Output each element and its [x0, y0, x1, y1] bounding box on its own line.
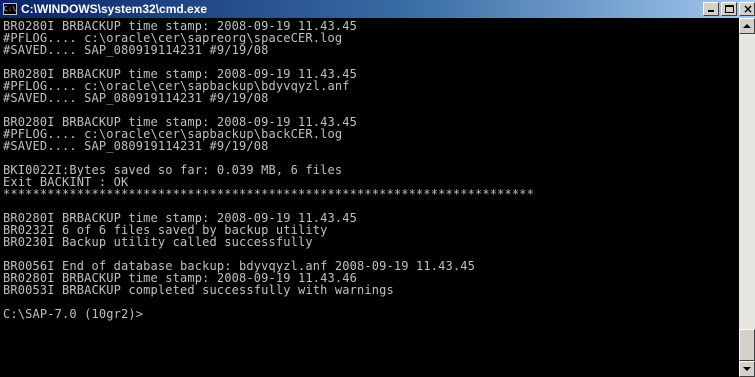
- scroll-up-button[interactable]: [739, 18, 755, 34]
- window-title: C:\WINDOWS\system32\cmd.exe: [21, 2, 208, 16]
- console-line: #SAVED.... SAP_080919114231 #9/19/08: [3, 91, 269, 105]
- close-icon: ×: [743, 2, 754, 16]
- console-line: BR0053I BRBACKUP completed successfully …: [3, 283, 394, 297]
- scroll-thumb[interactable]: [739, 329, 755, 361]
- console-output[interactable]: BR0280I BRBACKUP time stamp: 2008-09-19 …: [0, 18, 739, 377]
- vertical-scrollbar[interactable]: [739, 18, 755, 377]
- maximize-icon: [725, 5, 734, 13]
- maximize-button[interactable]: [721, 2, 737, 16]
- console-line: C:\SAP-7.0 (10gr2)>: [3, 307, 144, 321]
- console-line: BR0230I Backup utility called successful…: [3, 235, 313, 249]
- cmd-window: C:\ C:\WINDOWS\system32\cmd.exe × BR0280…: [0, 0, 755, 377]
- scroll-up-arrow-icon: [743, 24, 751, 28]
- console-lines: BR0280I BRBACKUP time stamp: 2008-09-19 …: [0, 18, 739, 320]
- console-line: ****************************************…: [3, 187, 534, 201]
- close-button[interactable]: ×: [739, 2, 755, 16]
- scroll-down-arrow-icon: [743, 367, 751, 371]
- scroll-down-button[interactable]: [739, 361, 755, 377]
- title-bar[interactable]: C:\ C:\WINDOWS\system32\cmd.exe ×: [0, 0, 755, 18]
- cmd-icon[interactable]: C:\: [3, 3, 17, 15]
- minimize-button[interactable]: [703, 2, 719, 16]
- window-controls: ×: [701, 2, 755, 16]
- console-line: #SAVED.... SAP_080919114231 #9/19/08: [3, 43, 269, 57]
- minimize-icon: [708, 10, 714, 12]
- console-line: #SAVED.... SAP_080919114231 #9/19/08: [3, 139, 269, 153]
